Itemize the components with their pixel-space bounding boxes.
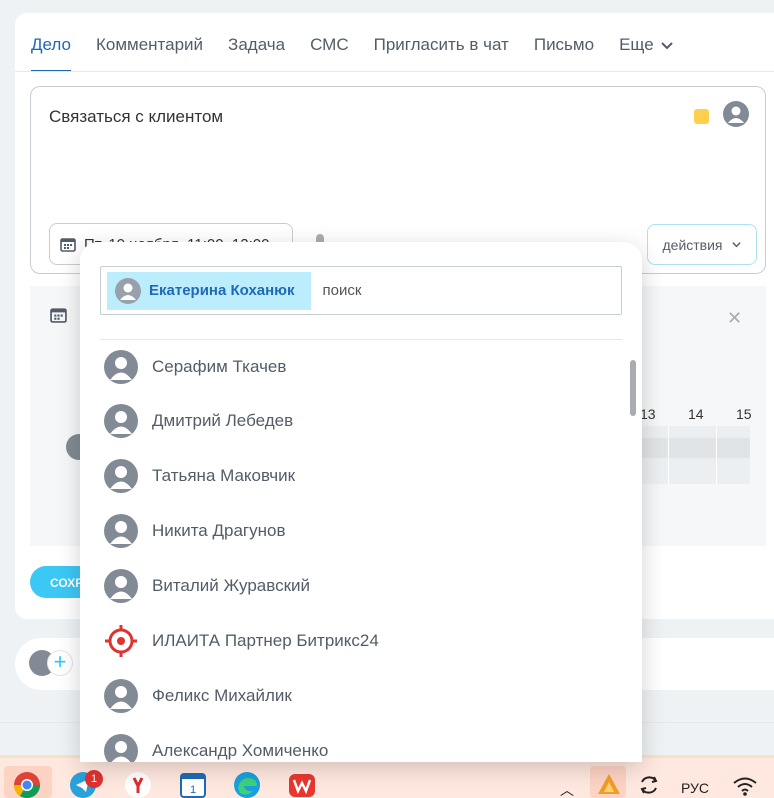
user-avatar-icon bbox=[115, 277, 141, 304]
timeline-gridline bbox=[668, 426, 669, 484]
tabs-divider bbox=[15, 71, 774, 72]
tab-delo[interactable]: Дело bbox=[31, 22, 71, 72]
user-avatar-icon bbox=[104, 513, 138, 548]
edge-icon[interactable] bbox=[232, 770, 262, 798]
tab-more[interactable]: Еще bbox=[619, 22, 674, 72]
list-item-user[interactable]: ИЛАИТА Партнер Битрикс24 bbox=[80, 613, 642, 668]
list-item-user[interactable]: Татьяна Маковчик bbox=[80, 448, 642, 503]
svg-text:1: 1 bbox=[190, 784, 196, 796]
list-item-user[interactable]: Серафим Ткачев bbox=[80, 340, 642, 393]
selected-user-name: Екатерина Коханюк bbox=[149, 282, 295, 299]
tab-email[interactable]: Письмо bbox=[534, 22, 594, 72]
sync-icon[interactable] bbox=[634, 770, 664, 798]
responsible-avatar-icon[interactable] bbox=[723, 101, 749, 127]
color-marker[interactable] bbox=[694, 109, 709, 124]
hour-label: 15 bbox=[736, 406, 752, 422]
bitrix-app-icon[interactable] bbox=[594, 770, 624, 798]
hour-label: 13 bbox=[640, 406, 656, 422]
user-selector-popup: Екатерина Коханюк Серафим Ткачев Дмитрий… bbox=[80, 242, 642, 762]
user-avatar-icon bbox=[104, 568, 138, 603]
calendar-app-icon[interactable]: 1 bbox=[178, 770, 208, 798]
partner-logo-icon bbox=[104, 623, 138, 658]
language-indicator[interactable]: РУС bbox=[681, 780, 709, 796]
user-name: Дмитрий Лебедев bbox=[152, 410, 294, 430]
user-name: Александр Хомиченко bbox=[152, 740, 329, 760]
list-scrollbar[interactable] bbox=[630, 360, 636, 416]
tab-task[interactable]: Задача bbox=[228, 22, 285, 72]
wifi-icon[interactable] bbox=[730, 770, 760, 798]
list-item-user[interactable]: Виталий Журавский bbox=[80, 558, 642, 613]
user-avatar-icon bbox=[104, 678, 138, 713]
calendar-icon bbox=[50, 308, 67, 323]
tab-comment[interactable]: Комментарий bbox=[96, 22, 203, 72]
user-name: Виталий Журавский bbox=[152, 575, 311, 595]
chrome-icon[interactable] bbox=[12, 770, 42, 798]
os-taskbar: 1 1 ︿ РУС bbox=[0, 758, 774, 798]
user-search-box[interactable]: Екатерина Коханюк bbox=[100, 266, 622, 315]
chevron-down-icon bbox=[731, 242, 741, 248]
user-name: Никита Драгунов bbox=[152, 520, 286, 540]
list-item-user[interactable]: Никита Драгунов bbox=[80, 503, 642, 558]
actions-label: действия bbox=[662, 236, 723, 253]
list-item-user[interactable]: Дмитрий Лебедев bbox=[80, 393, 642, 448]
user-avatar-icon bbox=[104, 403, 138, 438]
selected-user-chip[interactable]: Екатерина Коханюк bbox=[107, 271, 311, 310]
planner-hours: 13 14 15 bbox=[640, 406, 774, 422]
user-name: Серафим Ткачев bbox=[152, 356, 287, 376]
user-name: Татьяна Маковчик bbox=[152, 465, 296, 485]
tab-more-label: Еще bbox=[619, 35, 654, 54]
user-name: Феликс Михайлик bbox=[152, 685, 292, 705]
user-avatar-icon bbox=[104, 458, 138, 493]
hour-label: 14 bbox=[688, 406, 704, 422]
busy-bar bbox=[640, 438, 750, 458]
actions-button[interactable]: действия bbox=[647, 224, 757, 265]
search-input[interactable] bbox=[322, 282, 523, 299]
calendar-icon bbox=[60, 238, 76, 252]
notification-badge: 1 bbox=[85, 770, 103, 788]
yandex-browser-icon[interactable] bbox=[123, 770, 153, 798]
user-name: ИЛАИТА Партнер Битрикс24 bbox=[152, 630, 379, 650]
wps-office-icon[interactable] bbox=[287, 770, 317, 798]
tab-invite-chat[interactable]: Пригласить в чат bbox=[374, 22, 509, 72]
activity-tabs: Дело Комментарий Задача СМС Пригласить в… bbox=[31, 22, 699, 72]
list-item-user[interactable]: Александр Хомиченко bbox=[80, 723, 642, 762]
list-item-user[interactable]: Феликс Михайлик bbox=[80, 668, 642, 723]
timeline-gridline bbox=[716, 426, 717, 484]
plus-icon[interactable]: + bbox=[47, 650, 73, 676]
close-icon[interactable]: ✕ bbox=[727, 308, 742, 329]
user-avatar-icon bbox=[104, 733, 138, 762]
planner-timeline[interactable] bbox=[640, 426, 750, 484]
chevron-down-icon bbox=[660, 42, 673, 50]
activity-subject[interactable]: Связаться с клиентом bbox=[49, 107, 223, 127]
chevron-up-icon[interactable]: ︿ bbox=[560, 780, 574, 798]
user-avatar-icon bbox=[104, 349, 138, 384]
tab-sms[interactable]: СМС bbox=[310, 22, 349, 72]
user-list: Серафим Ткачев Дмитрий Лебедев Татьяна М… bbox=[80, 340, 642, 762]
